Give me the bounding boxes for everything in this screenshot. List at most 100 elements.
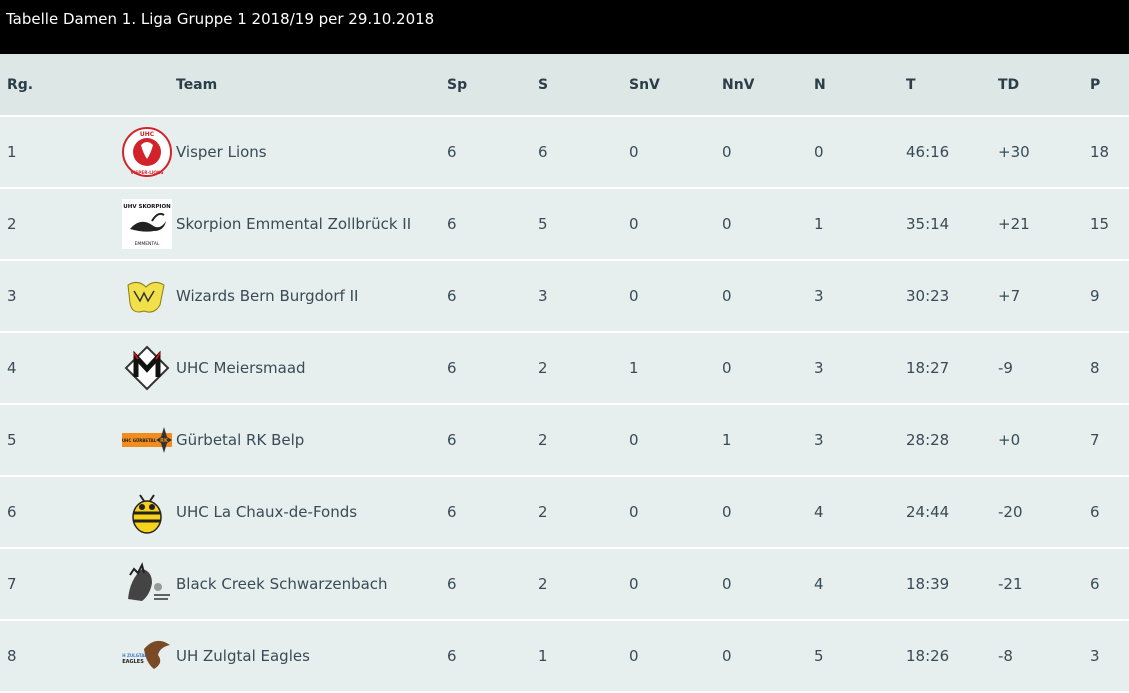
losses-cell: 4 xyxy=(814,575,824,593)
ot-losses-cell: 1 xyxy=(722,431,732,449)
header-team[interactable]: Team xyxy=(176,54,447,117)
table-row[interactable]: 7 Black Creek Schwarzenbach 6 2 0 0 4 18… xyxy=(0,548,1129,620)
table-row[interactable]: 6 UHC La Chaux-de-Fonds 6 2 0 0 4 24:44 … xyxy=(0,476,1129,548)
table-row[interactable]: 1 UHC VISPER-LIONS Visper Lions 6 6 0 0 … xyxy=(0,116,1129,188)
goal-diff-cell: +7 xyxy=(998,287,1021,305)
games-cell: 6 xyxy=(447,431,457,449)
header-games[interactable]: Sp xyxy=(447,54,538,117)
svg-text:EAGLES: EAGLES xyxy=(122,659,144,665)
games-cell: 6 xyxy=(447,143,457,161)
goal-diff-cell: -9 xyxy=(998,359,1013,377)
losses-cell: 4 xyxy=(814,503,824,521)
points-cell: 8 xyxy=(1090,359,1100,377)
losses-cell: 3 xyxy=(814,359,824,377)
goals-cell: 18:27 xyxy=(906,359,950,377)
wins-cell: 6 xyxy=(538,143,548,161)
goal-diff-cell: +0 xyxy=(998,431,1021,449)
goal-diff-cell: -21 xyxy=(998,575,1023,593)
games-cell: 6 xyxy=(447,215,457,233)
header-ot-wins[interactable]: SnV xyxy=(629,54,722,117)
ot-wins-cell: 0 xyxy=(629,503,639,521)
ot-wins-cell: 0 xyxy=(629,575,639,593)
goals-cell: 18:26 xyxy=(906,647,950,665)
losses-cell: 3 xyxy=(814,431,824,449)
skorpion-logo-icon: UHV SKORPION EMMENTAL xyxy=(122,199,172,249)
ot-wins-cell: 0 xyxy=(629,431,639,449)
header-goals[interactable]: T xyxy=(906,54,998,117)
team-cell[interactable]: UH ZULGTAL EAGLES UH Zulgtal Eagles xyxy=(122,620,447,692)
team-name[interactable]: Skorpion Emmental Zollbrück II xyxy=(176,215,411,233)
games-cell: 6 xyxy=(447,647,457,665)
ot-wins-cell: 0 xyxy=(629,647,639,665)
team-cell[interactable]: UHC La Chaux-de-Fonds xyxy=(132,476,447,548)
goals-cell: 46:16 xyxy=(906,143,950,161)
ot-losses-cell: 0 xyxy=(722,647,732,665)
chaux-de-fonds-bee-logo-icon xyxy=(122,487,172,537)
meiersmaad-logo-icon xyxy=(122,343,172,393)
goal-diff-cell: +30 xyxy=(998,143,1030,161)
team-cell[interactable]: UHV SKORPION EMMENTAL Skorpion Emmental … xyxy=(122,188,447,260)
goal-diff-cell: +21 xyxy=(998,215,1030,233)
page-title: Tabelle Damen 1. Liga Gruppe 1 2018/19 p… xyxy=(6,10,435,28)
wins-cell: 2 xyxy=(538,431,548,449)
ot-losses-cell: 0 xyxy=(722,575,732,593)
svg-text:EMMENTAL: EMMENTAL xyxy=(135,241,160,247)
header-ot-losses[interactable]: NnV xyxy=(722,54,814,117)
wins-cell: 2 xyxy=(538,359,548,377)
team-cell[interactable]: Black Creek Schwarzenbach xyxy=(128,548,447,620)
ot-wins-cell: 0 xyxy=(629,287,639,305)
points-cell: 9 xyxy=(1090,287,1100,305)
goal-diff-cell: -8 xyxy=(998,647,1013,665)
svg-text:UHV SKORPION: UHV SKORPION xyxy=(123,204,171,210)
svg-text:UHC: UHC xyxy=(140,131,155,138)
wins-cell: 2 xyxy=(538,503,548,521)
table-row[interactable]: 3 Wizards Bern Burgdorf II 6 3 0 0 3 30:… xyxy=(0,260,1129,332)
losses-cell: 1 xyxy=(814,215,824,233)
team-name[interactable]: Black Creek Schwarzenbach xyxy=(176,575,388,593)
ot-losses-cell: 0 xyxy=(722,287,732,305)
visper-lions-logo-icon: UHC VISPER-LIONS xyxy=(122,127,172,177)
points-cell: 3 xyxy=(1090,647,1100,665)
team-name[interactable]: UH Zulgtal Eagles xyxy=(176,647,310,665)
header-losses[interactable]: N xyxy=(814,54,906,117)
header-points[interactable]: P xyxy=(1090,54,1129,117)
team-cell[interactable]: UHC VISPER-LIONS Visper Lions xyxy=(122,116,447,188)
team-name[interactable]: UHC La Chaux-de-Fonds xyxy=(176,503,357,521)
team-name[interactable]: Wizards Bern Burgdorf II xyxy=(176,287,358,305)
table-row[interactable]: 8 UH ZULGTAL EAGLES UH Zulgtal Eagles 6 … xyxy=(0,620,1129,692)
team-cell[interactable]: UHC Meiersmaad xyxy=(124,332,447,404)
standings-table: Rg. Team Sp S SnV NnV N T TD P 1 UHC VIS… xyxy=(0,54,1129,693)
table-header-row: Rg. Team Sp S SnV NnV N T TD P xyxy=(0,54,1129,117)
header-rank[interactable]: Rg. xyxy=(0,54,176,117)
team-name[interactable]: UHC Meiersmaad xyxy=(176,359,306,377)
goals-cell: 18:39 xyxy=(906,575,950,593)
table-row[interactable]: 5 UHC GÜRBETAL RK Gürbetal RK Belp 6 2 0… xyxy=(0,404,1129,476)
guerbetal-logo-icon: UHC GÜRBETAL RK xyxy=(122,415,172,465)
points-cell: 15 xyxy=(1090,215,1110,233)
svg-text:VISPER-LIONS: VISPER-LIONS xyxy=(130,170,163,175)
goals-cell: 35:14 xyxy=(906,215,950,233)
team-cell[interactable]: UHC GÜRBETAL RK Gürbetal RK Belp xyxy=(122,404,447,476)
ot-wins-cell: 0 xyxy=(629,143,639,161)
wins-cell: 2 xyxy=(538,575,548,593)
header-goal-diff[interactable]: TD xyxy=(998,54,1090,117)
losses-cell: 5 xyxy=(814,647,824,665)
losses-cell: 0 xyxy=(814,143,824,161)
points-cell: 18 xyxy=(1090,143,1110,161)
team-name[interactable]: Visper Lions xyxy=(176,143,267,161)
games-cell: 6 xyxy=(447,503,457,521)
team-cell[interactable]: Wizards Bern Burgdorf II xyxy=(127,260,447,332)
table-row[interactable]: 2 UHV SKORPION EMMENTAL Skorpion Emmenta… xyxy=(0,188,1129,260)
ot-wins-cell: 1 xyxy=(629,359,639,377)
table-title-bar: Tabelle Damen 1. Liga Gruppe 1 2018/19 p… xyxy=(0,0,1129,54)
points-cell: 6 xyxy=(1090,575,1100,593)
team-name[interactable]: Gürbetal RK Belp xyxy=(176,431,304,449)
zulgtal-eagles-logo-icon: UH ZULGTAL EAGLES xyxy=(122,631,172,681)
ot-losses-cell: 0 xyxy=(722,143,732,161)
table-row[interactable]: 4 UHC Meiersmaad 6 2 1 0 3 18:27 -9 8 xyxy=(0,332,1129,404)
goal-diff-cell: -20 xyxy=(998,503,1023,521)
goals-cell: 30:23 xyxy=(906,287,950,305)
header-wins[interactable]: S xyxy=(538,54,629,117)
goals-cell: 24:44 xyxy=(906,503,950,521)
wins-cell: 5 xyxy=(538,215,548,233)
